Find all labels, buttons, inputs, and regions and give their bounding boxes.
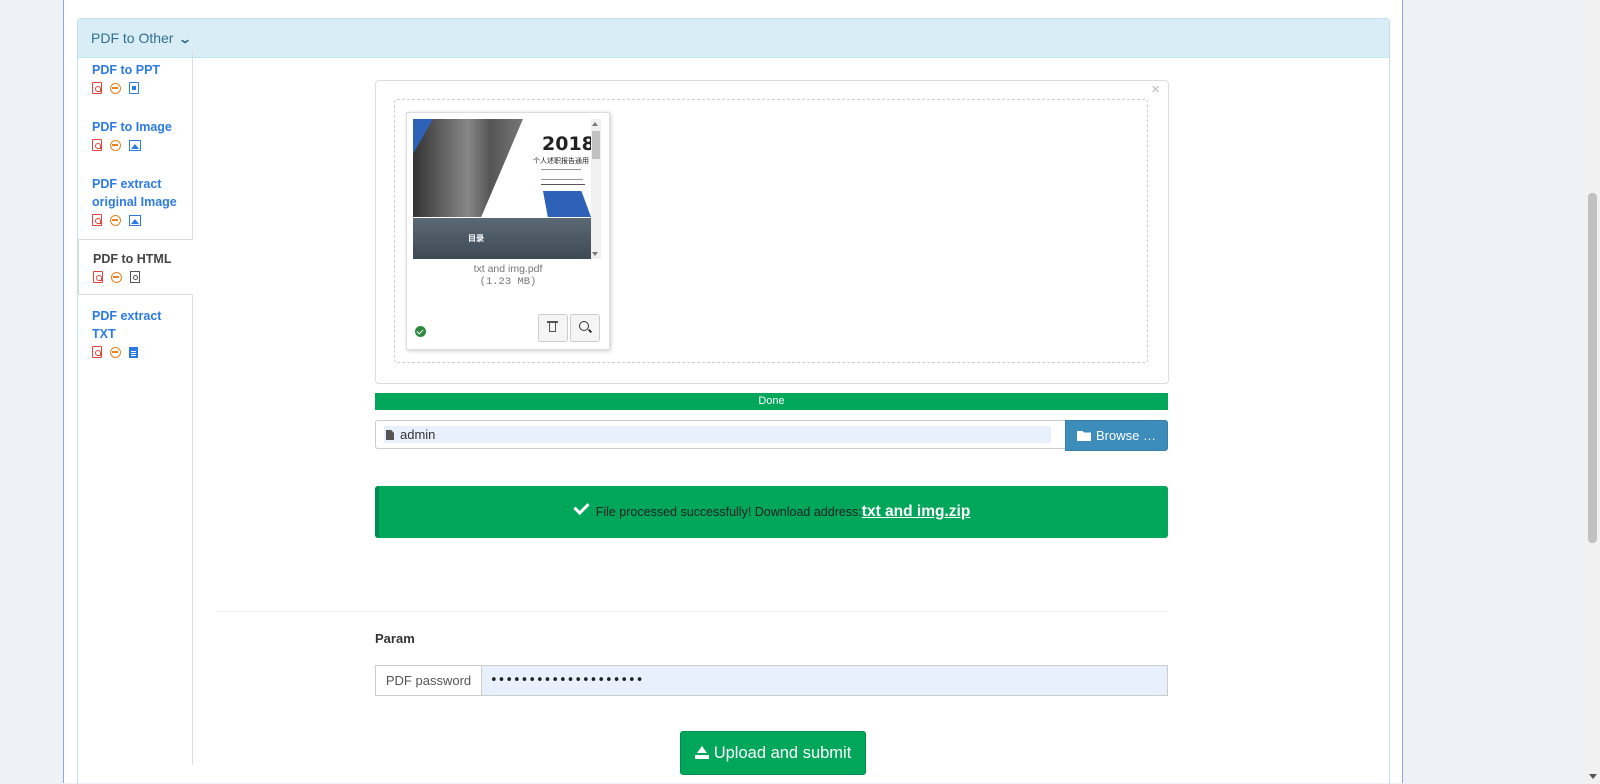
- pdf-file-icon: [92, 346, 102, 358]
- check-icon: [573, 498, 590, 516]
- ppt-file-icon: [129, 82, 139, 94]
- drop-zone[interactable]: 2018 个人述职报告通用 目录 txt and img.pdf (1.23 M…: [394, 99, 1148, 363]
- pdf-file-icon: [92, 139, 102, 151]
- image-icon: [129, 139, 141, 151]
- arrow-right-circle-icon: [110, 82, 121, 94]
- arrow-right-circle-icon: [110, 139, 121, 151]
- slide-subtitle: 个人述职报告通用: [533, 158, 589, 165]
- zoom-in-button[interactable]: [570, 314, 600, 342]
- file-thumbnail: 2018 个人述职报告通用 目录 txt and img.pdf (1.23 M…: [406, 112, 610, 350]
- preview-slide-toc: 目录: [413, 218, 591, 259]
- slide-year: 2018: [542, 133, 595, 155]
- pdf-file-icon: [92, 214, 102, 226]
- panel-heading[interactable]: PDF to Other ⌄: [78, 19, 1389, 58]
- sidebar-item-pdf-to-image[interactable]: PDF to Image: [78, 108, 192, 151]
- success-alert: File processed successfully! Download ad…: [375, 486, 1168, 538]
- slide-line: [541, 179, 583, 180]
- html-file-icon: [130, 271, 140, 283]
- sidebar-item-label: PDF to HTML: [93, 252, 172, 266]
- file-size: (1.23 MB): [479, 276, 537, 288]
- pdf-password-label: PDF password: [376, 666, 482, 695]
- check-circle-icon: [415, 326, 426, 337]
- txt-file-icon: [129, 346, 138, 358]
- building-image: [413, 119, 523, 217]
- preview-scrollbar[interactable]: [591, 119, 601, 259]
- preview-slide-cover: 2018 个人述职报告通用: [413, 119, 595, 217]
- scroll-thumb[interactable]: [1588, 193, 1597, 543]
- sidebar-item-pdf-to-ppt[interactable]: PDF to PPT: [78, 51, 192, 94]
- upload-icon: [694, 746, 709, 759]
- sidebar-item-pdf-extract-txt[interactable]: PDF extract TXT: [78, 297, 192, 358]
- param-heading: Param: [375, 631, 415, 646]
- conversion-sidebar: PDF to PPT PDF to Image PDF extract orig…: [78, 51, 193, 765]
- arrow-right-circle-icon: [110, 214, 121, 226]
- scroll-down-icon[interactable]: [592, 252, 598, 256]
- scroll-down-icon[interactable]: [1589, 774, 1597, 779]
- arrow-right-circle-icon: [111, 271, 122, 283]
- file-icon: [386, 430, 394, 440]
- submit-label: Upload and submit: [713, 744, 852, 762]
- sidebar-item-label: PDF extract TXT: [92, 309, 162, 341]
- upload-submit-button[interactable]: Upload and submit: [680, 731, 866, 775]
- page-scrollbar[interactable]: [1584, 0, 1600, 783]
- slide-line: [541, 184, 585, 185]
- sidebar-item-label: PDF extract original Image: [92, 177, 177, 209]
- upload-progress-bar: Done: [375, 393, 1168, 410]
- arrow-right-circle-icon: [110, 346, 121, 358]
- download-link[interactable]: txt and img.zip: [862, 503, 971, 520]
- close-icon[interactable]: ×: [1151, 81, 1160, 98]
- progress-fill: Done: [375, 393, 1168, 410]
- file-name: txt and img.pdf: [473, 263, 543, 275]
- pdf-preview: 2018 个人述职报告通用 目录: [413, 119, 601, 259]
- file-caption-text: admin: [400, 427, 436, 442]
- sidebar-item-label: PDF to PPT: [92, 63, 161, 77]
- pdf-password-group: PDF password: [375, 665, 1168, 696]
- divider: [217, 611, 1168, 612]
- file-caption[interactable]: admin: [384, 426, 1051, 443]
- delete-file-button[interactable]: [538, 314, 568, 342]
- file-upload-preview: × 2018 个人述职报告通用 目录 txt and img.pdf (1.23…: [375, 80, 1169, 384]
- success-message: File processed successfully! Download ad…: [595, 505, 862, 519]
- sidebar-item-pdf-extract-image[interactable]: PDF extract original Image: [78, 165, 192, 226]
- browse-button[interactable]: Browse …: [1065, 420, 1168, 451]
- scroll-thumb[interactable]: [592, 131, 600, 159]
- pdf-password-input[interactable]: [482, 666, 1167, 695]
- folder-open-icon: [1077, 431, 1092, 441]
- decorative-shape: [543, 191, 591, 217]
- sidebar-item-pdf-to-html[interactable]: PDF to HTML: [78, 239, 193, 295]
- image-icon: [129, 214, 141, 226]
- browse-label: Browse …: [1096, 428, 1156, 443]
- slide-toc-label: 目录: [468, 234, 484, 243]
- pdf-file-icon: [93, 271, 103, 283]
- slide-line: [541, 169, 581, 170]
- panel-title: PDF to Other: [91, 30, 174, 46]
- pdf-file-icon: [92, 82, 102, 94]
- scroll-up-icon[interactable]: [592, 122, 598, 126]
- file-input-group: admin Browse …: [375, 420, 1168, 451]
- sidebar-item-label: PDF to Image: [92, 120, 172, 134]
